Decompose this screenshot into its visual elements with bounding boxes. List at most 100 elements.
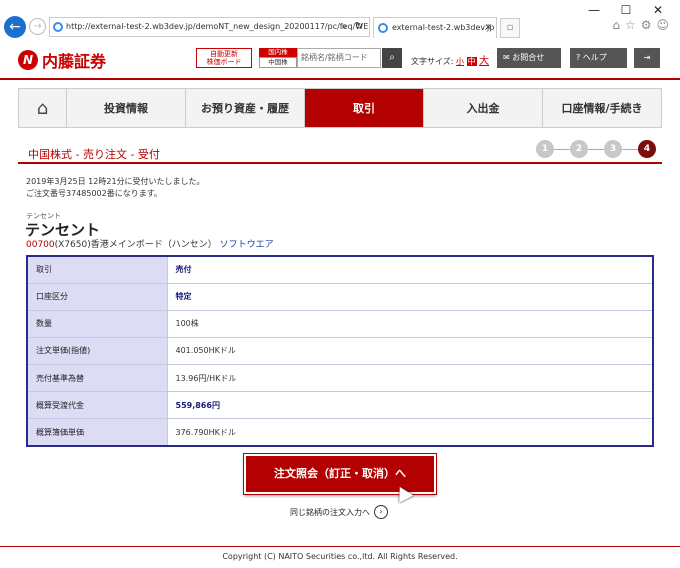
market-switch[interactable]: 国内株 中国株 bbox=[259, 48, 297, 68]
step-divider bbox=[588, 148, 604, 150]
settings-gear-icon[interactable]: ⚙ bbox=[641, 18, 657, 32]
maximize-button[interactable]: ☐ bbox=[610, 2, 642, 18]
stock-info: 00700(X7650)香港メインボード（ハンセン） ソフトウエア bbox=[26, 237, 274, 250]
font-small-link[interactable]: 小 bbox=[456, 57, 464, 66]
table-row: 注文単価(指値) 401.050HKドル bbox=[27, 337, 653, 366]
favorites-icon[interactable]: ☆ bbox=[625, 18, 641, 32]
window-controls: — ☐ ✕ bbox=[578, 2, 674, 18]
help-label: ヘルプ bbox=[582, 53, 607, 62]
table-row: 売付基準為替 13.96円/HKドル bbox=[27, 364, 653, 393]
row-value: 売付 bbox=[167, 256, 653, 284]
logo-mark-icon: N bbox=[18, 50, 38, 70]
ie-icon bbox=[53, 22, 63, 32]
smiley-icon[interactable]: ☺ bbox=[656, 18, 674, 32]
page-title: 中国株式 - 売り注文 - 受付 bbox=[28, 148, 160, 161]
minimize-button[interactable]: — bbox=[578, 2, 610, 18]
step-1: 1 bbox=[536, 140, 554, 158]
nav-deposit-withdraw[interactable]: 入出金 bbox=[424, 89, 543, 127]
logo-text: 内藤証券 bbox=[42, 52, 107, 71]
same-stock-order-link[interactable]: 同じ銘柄の注文入力へ › bbox=[290, 505, 388, 519]
tab-title: external-test-2.wb3dev.jp bbox=[392, 23, 495, 32]
home-icon[interactable]: ⌂ bbox=[612, 18, 625, 32]
back-button[interactable]: ← bbox=[4, 16, 26, 38]
ie-icon bbox=[378, 23, 388, 33]
search-button[interactable]: ⌕ bbox=[382, 48, 402, 68]
step-4: 4 bbox=[638, 140, 656, 158]
close-window-button[interactable]: ✕ bbox=[642, 2, 674, 18]
nav-assets-history[interactable]: お預り資産・履歴 bbox=[186, 89, 305, 127]
message-line1: 2019年3月25日 12時21分に受付いたしました。 bbox=[26, 177, 205, 186]
font-medium-link[interactable]: 中 bbox=[466, 57, 477, 66]
table-row: 取引 売付 bbox=[27, 256, 653, 284]
site-header: N 内藤証券 自動更新 株価ボード 国内株 中国株 銘柄名/銘柄コード ⌕ 文字… bbox=[0, 40, 680, 80]
table-row: 概算受渡代金 559,866円 bbox=[27, 391, 653, 420]
nav-home[interactable]: ⌂ bbox=[19, 89, 67, 127]
auto-update-line1: 自動更新 bbox=[210, 50, 238, 58]
row-label: 概算受渡代金 bbox=[27, 391, 168, 420]
table-row: 口座区分 特定 bbox=[27, 283, 653, 311]
market-domestic[interactable]: 国内株 bbox=[259, 48, 297, 57]
footer-divider bbox=[0, 546, 680, 547]
auto-update-line2: 株価ボード bbox=[206, 58, 242, 66]
mail-icon: ✉ bbox=[503, 53, 510, 62]
help-button[interactable]: ? ヘルプ bbox=[570, 48, 627, 68]
nav-account-info[interactable]: 口座情報/手続き bbox=[543, 89, 661, 127]
row-label: 概算簿価単価 bbox=[27, 418, 168, 446]
copyright: Copyright (C) NAITO Securities co.,ltd. … bbox=[222, 552, 458, 561]
nav-investment-info[interactable]: 投資情報 bbox=[67, 89, 186, 127]
logout-button[interactable]: ⇥ bbox=[634, 48, 660, 68]
row-label: 取引 bbox=[27, 256, 168, 284]
stock-sector: ソフトウエア bbox=[219, 240, 274, 250]
row-label: 売付基準為替 bbox=[27, 364, 168, 393]
search-icon[interactable]: ⌕ bbox=[341, 18, 347, 36]
font-size-selector: 文字サイズ: 小 中 大 bbox=[411, 52, 489, 67]
order-detail-table: 取引 売付 口座区分 特定 数量 100株 注文単価(指値) 401.050HK… bbox=[26, 255, 654, 447]
question-icon: ? bbox=[576, 53, 581, 62]
stock-code: 00700 bbox=[26, 240, 55, 250]
page-title-bar: 中国株式 - 売り注文 - 受付 1 2 3 4 bbox=[18, 140, 662, 164]
forward-button[interactable]: → bbox=[29, 18, 46, 35]
row-value: 376.790HKドル bbox=[167, 418, 653, 446]
nav-trade[interactable]: 取引 bbox=[305, 89, 424, 127]
row-value: 特定 bbox=[167, 283, 653, 311]
confirmation-message: 2019年3月25日 12時21分に受付いたしました。 ご注文番号3748500… bbox=[26, 176, 205, 200]
stock-market: (X7650)香港メインボード（ハンセン） bbox=[54, 240, 217, 250]
step-2: 2 bbox=[570, 140, 588, 158]
step-divider bbox=[554, 148, 570, 150]
chevron-right-icon: › bbox=[374, 505, 388, 519]
refresh-icon[interactable]: ↻ bbox=[355, 18, 363, 36]
address-url: http://external-test-2.wb3dev.jp/demoNT_… bbox=[66, 22, 369, 31]
row-value: 100株 bbox=[167, 310, 653, 338]
row-value: 13.96円/HKドル bbox=[167, 364, 653, 393]
step-indicator: 1 2 3 4 bbox=[536, 140, 656, 158]
same-stock-label: 同じ銘柄の注文入力へ bbox=[290, 507, 370, 517]
home-icon: ⌂ bbox=[36, 98, 49, 119]
market-china[interactable]: 中国株 bbox=[259, 57, 297, 68]
browser-chrome: — ☐ ✕ ← → http://external-test-2.wb3dev.… bbox=[0, 0, 680, 40]
browser-tab[interactable]: external-test-2.wb3dev.jp ✕ bbox=[373, 17, 497, 38]
stock-search-input[interactable]: 銘柄名/銘柄コード bbox=[297, 48, 381, 68]
table-row: 数量 100株 bbox=[27, 310, 653, 338]
main-nav: ⌂ 投資情報 お預り資産・履歴 取引 入出金 口座情報/手続き bbox=[18, 88, 662, 128]
row-label: 注文単価(指値) bbox=[27, 337, 168, 366]
table-row: 概算簿価単価 376.790HKドル bbox=[27, 418, 653, 446]
search-icon: ⌕ bbox=[389, 52, 395, 63]
row-value: 401.050HKドル bbox=[167, 337, 653, 366]
font-size-label: 文字サイズ: bbox=[411, 57, 454, 66]
message-line2: ご注文番号37485002番になります。 bbox=[26, 189, 162, 198]
tab-close-icon[interactable]: ✕ bbox=[484, 18, 492, 38]
step-3: 3 bbox=[604, 140, 622, 158]
contact-label: お問合せ bbox=[512, 53, 545, 62]
logo[interactable]: N 内藤証券 bbox=[18, 48, 106, 72]
font-large-link[interactable]: 大 bbox=[479, 56, 489, 67]
address-bar[interactable]: http://external-test-2.wb3dev.jp/demoNT_… bbox=[49, 17, 370, 37]
step-divider bbox=[622, 148, 638, 150]
logout-icon: ⇥ bbox=[643, 53, 651, 62]
row-label: 数量 bbox=[27, 310, 168, 338]
auto-update-board-button[interactable]: 自動更新 株価ボード bbox=[196, 48, 252, 68]
new-tab-button[interactable]: ▫ bbox=[500, 18, 520, 38]
row-value: 559,866円 bbox=[167, 391, 653, 420]
browser-toolbar-icons: ⌂☆⚙☺ bbox=[612, 18, 674, 32]
contact-button[interactable]: ✉ お問合せ bbox=[497, 48, 561, 68]
row-label: 口座区分 bbox=[27, 283, 168, 311]
